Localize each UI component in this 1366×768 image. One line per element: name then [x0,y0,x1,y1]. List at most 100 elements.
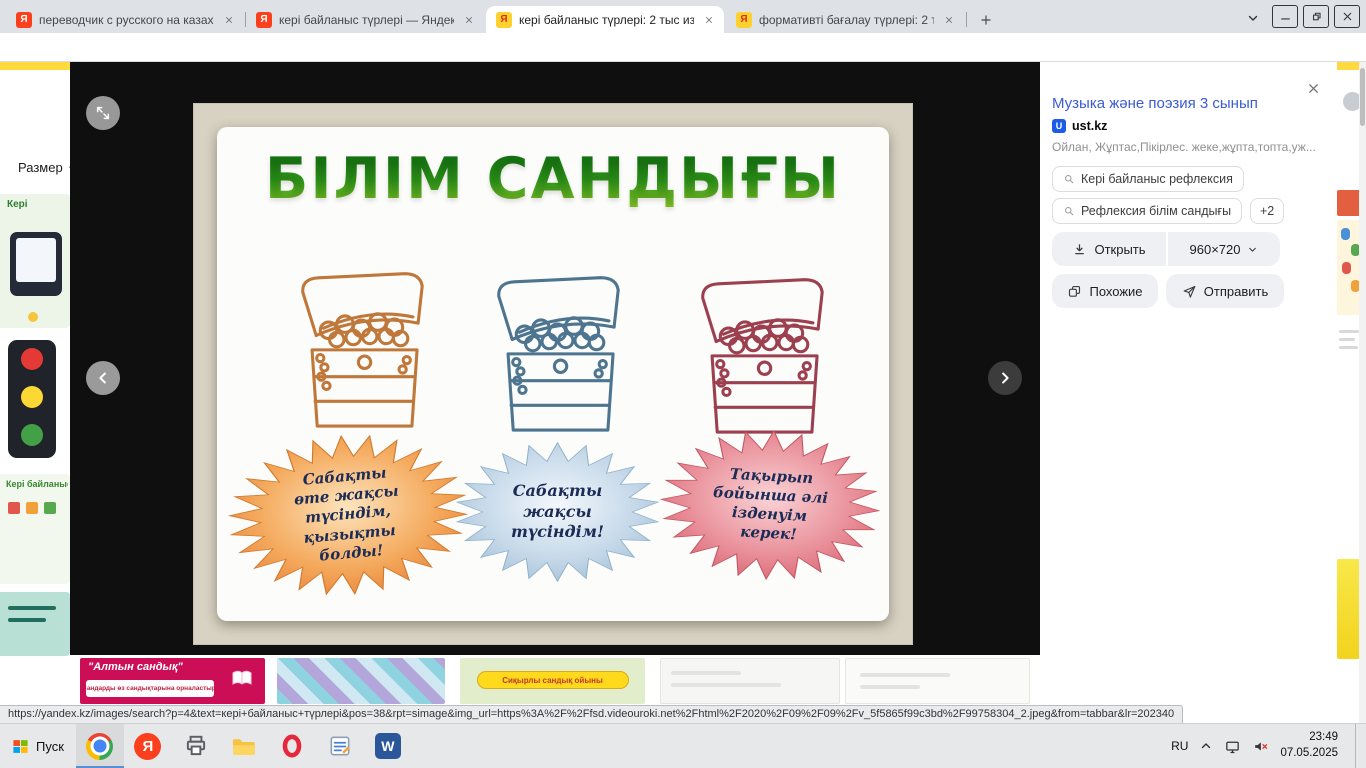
tab-label: переводчик с русского на казахск [39,13,214,27]
tab-close-icon[interactable] [941,12,957,28]
decorative-dot [28,312,38,322]
window-minimize-button[interactable] [1272,5,1298,28]
tab-search-chevron-icon[interactable] [1243,8,1263,28]
network-icon[interactable] [1224,738,1241,755]
image-title-link[interactable]: Музыка және поэзия 3 сынып [1052,95,1301,112]
window-close-button[interactable] [1334,5,1360,28]
windows-logo-icon [12,738,29,755]
tab-assessment[interactable]: Я формативті бағалау түрлері: 2 ты [726,6,964,33]
traffic-light-graphic [8,340,56,458]
size-filter: Размер [18,160,70,175]
taskbar-explorer-button[interactable] [220,724,268,768]
result-thumbnail-partial [0,592,70,656]
opera-icon [279,733,305,759]
similar-images-button[interactable]: Похожие [1052,274,1158,308]
system-tray: RU 23:49 07.05.2025 [1171,724,1360,768]
tab-close-icon[interactable] [221,12,237,28]
search-icon [1063,205,1075,217]
browser-toolbar: yandex.kz/images/search?from=tabbar&text… [0,33,1366,62]
taskbar-yandex-button[interactable]: Я [124,724,172,768]
browser-tabstrip: Я переводчик с русского на казахск Я кер… [0,0,1366,33]
close-icon[interactable] [1303,78,1323,98]
related-query-chip[interactable]: Кері байланыс рефлексия [1052,166,1244,192]
printer-icon [183,733,209,759]
result-fragment [1337,190,1361,216]
tab-close-icon[interactable] [461,12,477,28]
chevron-down-icon [1247,244,1258,255]
editor-icon [327,733,353,759]
next-image-button[interactable] [988,361,1022,395]
source-site-link[interactable]: U ust.kz [1052,119,1107,133]
share-button[interactable]: Отправить [1166,274,1284,308]
tab-label: формативті бағалау түрлері: 2 ты [759,13,934,27]
results-page-left-edge: Размер Кері Кері байланыс [0,62,70,723]
new-tab-button[interactable] [974,8,998,32]
status-url-bubble: https://yandex.kz/images/search?p=4&text… [0,705,1183,723]
tab-translator[interactable]: Я переводчик с русского на казахск [6,6,244,33]
treasure-chest-blue-illustration [471,263,646,453]
text-fragment [1339,330,1359,333]
scrollbar-thumb[interactable] [1360,68,1365,126]
open-image-button[interactable]: Открыть [1052,232,1166,266]
taskbar-printer-button[interactable] [172,724,220,768]
yandex-header-strip [0,62,70,70]
start-button[interactable]: Пуск [0,724,76,768]
more-queries-chip[interactable]: +2 [1250,198,1284,224]
tab-close-icon[interactable] [701,12,717,28]
download-icon [1072,242,1087,257]
yandex-favicon: Я [256,12,272,28]
taskbar-opera-button[interactable] [268,724,316,768]
source-domain: ust.kz [1072,119,1107,133]
related-thumbnail-game[interactable]: Сиқырлы сандық ойыны [460,658,645,704]
image-viewer-overlay: БІЛІМ САНДЫҒЫ Сабақты өте жақсы [70,62,1337,705]
tablet-graphic [10,232,62,296]
result-thumbnail-partial: Кері байланыс [0,474,70,584]
book-icon [225,665,259,691]
related-query-chip[interactable]: Рефлексия білім сандығы [1052,198,1242,224]
site-favicon: U [1052,119,1066,133]
search-icon [1063,173,1075,185]
related-thumbnail-pattern[interactable] [277,658,445,704]
windows-taskbar: Пуск Я W RU 23:49 07.05.2025 [0,723,1366,768]
related-thumbnail[interactable] [660,658,840,704]
tab-label: кері байланыс түрлері: 2 тыс изоб [519,13,694,27]
yandex-favicon: Я [16,12,32,28]
show-desktop-button[interactable] [1355,724,1360,768]
language-indicator[interactable]: RU [1171,739,1188,753]
related-thumbnail[interactable] [845,658,1030,704]
tab-search[interactable]: Я кері байланыс түрлері — Яндекс: [246,6,484,33]
treasure-chest-orange-illustration [275,259,450,449]
send-icon [1182,284,1197,299]
text-fragment [1339,338,1355,341]
tab-label: кері байланыс түрлері — Яндекс: [279,13,454,27]
image-info-panel: Музыка және поэзия 3 сынып U ust.kz Ойла… [1040,62,1337,705]
desktop-screen: Я переводчик с русского на казахск Я кер… [0,0,1366,768]
hidden-icons-chevron[interactable] [1199,739,1213,753]
badge-understood-well: Сабақты жақсы түсіндім! [455,442,660,582]
taskbar-word-button[interactable]: W [364,724,412,768]
result-thumbnail-partial: Кері [0,194,70,328]
volume-muted-icon[interactable] [1252,738,1269,755]
previous-image-button[interactable] [86,361,120,395]
badge-need-more-study: Тақырып бойынша әлі ізденуім керек! [656,424,884,585]
tab-images-active[interactable]: Я кері байланыс түрлері: 2 тыс изоб [486,6,724,33]
related-images-strip: "Алтын сандық" Сандарды өз сандықтарына … [70,655,1040,705]
window-restore-button[interactable] [1303,5,1329,28]
page-scrollbar[interactable] [1359,62,1366,723]
taskbar-clock[interactable]: 23:49 07.05.2025 [1280,730,1344,761]
fullscreen-expand-button[interactable] [86,96,120,130]
chrome-icon [86,733,113,760]
resolution-select[interactable]: 960×720 [1168,232,1280,266]
viewed-image[interactable]: БІЛІМ САНДЫҒЫ Сабақты өте жақсы [193,103,913,645]
image-description: Ойлан, Жұптас,Пікірлес. жеке,жұпта,топта… [1052,140,1327,154]
text-fragment [1339,346,1358,349]
clock-date: 07.05.2025 [1280,746,1338,762]
taskbar-editor-button[interactable] [316,724,364,768]
clock-time: 23:49 [1280,730,1338,746]
tab-separator [966,12,967,27]
poster-title: БІЛІМ САНДЫҒЫ [217,151,889,208]
page-content: Размер Кері Кері байланыс [0,62,1366,723]
related-thumbnail-altyn-sandyk[interactable]: "Алтын сандық" Сандарды өз сандықтарына … [80,658,265,704]
result-thumbnail-traffic-light [0,336,70,466]
taskbar-chrome-button[interactable] [76,724,124,768]
